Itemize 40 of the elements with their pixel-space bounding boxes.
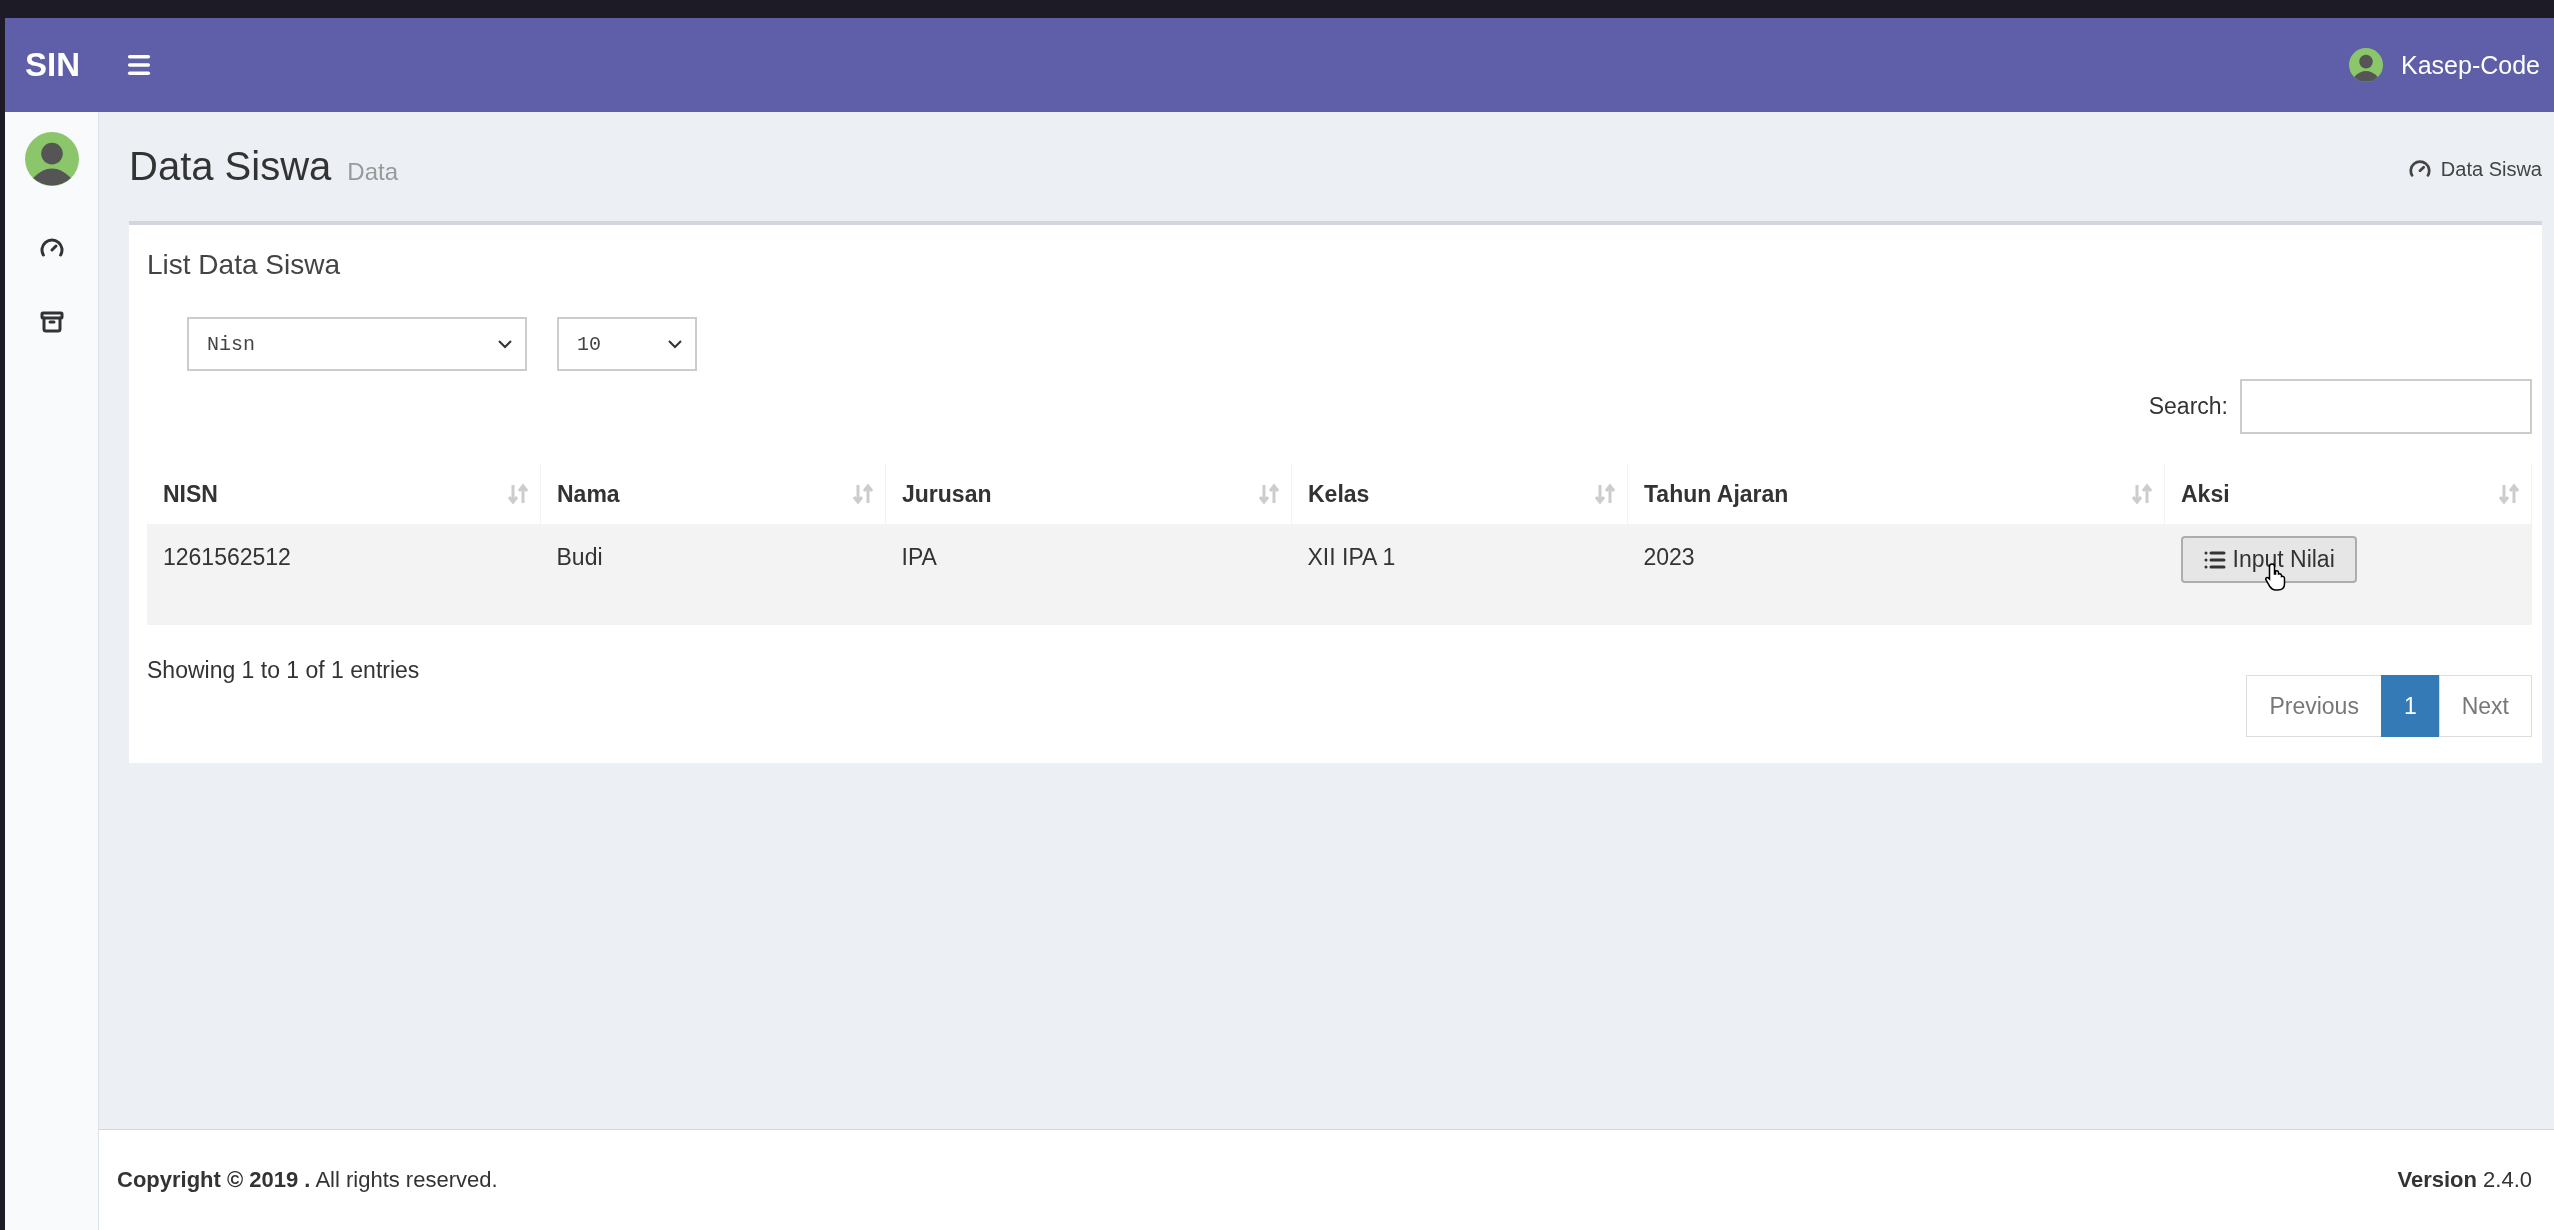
column-header[interactable]: Kelas [1308, 480, 1370, 508]
gauge-icon [2408, 158, 2431, 180]
entries-info: Showing 1 to 1 of 1 entries [147, 656, 420, 684]
sort-icon[interactable] [853, 483, 873, 505]
sort-icon[interactable] [2132, 483, 2152, 505]
dashboard-icon[interactable] [39, 236, 64, 260]
archive-icon[interactable] [39, 310, 64, 334]
table-cell: 2023 [1643, 544, 1695, 570]
copyright-text: Copyright © 2019 . All rights reserved. [117, 1167, 498, 1193]
filter-select[interactable]: Nisn [187, 317, 527, 371]
sort-icon[interactable] [1595, 483, 1615, 505]
user-avatar [2349, 48, 2383, 82]
search-field[interactable] [2240, 379, 2532, 434]
sort-icon[interactable] [508, 483, 528, 505]
column-header[interactable]: Aksi [2181, 480, 2230, 508]
column-header[interactable]: Jurusan [902, 480, 992, 508]
breadcrumb-link[interactable]: Data Siswa [2408, 157, 2542, 181]
sort-icon[interactable] [1259, 483, 1279, 505]
page-title: Data Siswa Data [129, 144, 398, 189]
column-header[interactable]: NISN [163, 480, 218, 508]
column-header[interactable]: Nama [557, 480, 620, 508]
search-label: Search: [2148, 393, 2228, 420]
chevron-icon [497, 339, 513, 349]
version-text: Version 2.4.0 [2397, 1167, 2532, 1193]
chevron-icon [667, 339, 683, 349]
page-length-select[interactable]: 10 [557, 317, 697, 371]
page-subtitle: Data [347, 158, 398, 185]
pagination-button[interactable]: 1 [2380, 675, 2440, 737]
table-cell: Budi [556, 544, 603, 570]
table-cell: XII IPA 1 [1307, 544, 1396, 570]
user-avatar [24, 132, 79, 186]
user-name[interactable]: Kasep-Code [2401, 50, 2540, 80]
pagination-button[interactable]: Previous [2246, 675, 2382, 737]
sort-icon[interactable] [2499, 483, 2519, 505]
card-title: List Data Siswa [147, 249, 341, 281]
table-cell: IPA [901, 544, 937, 570]
table-cell: 1261562512 [163, 544, 291, 570]
column-header[interactable]: Tahun Ajaran [1644, 480, 1789, 508]
pagination-button[interactable]: Next [2438, 675, 2532, 737]
app-logo[interactable]: SIN [25, 46, 125, 84]
